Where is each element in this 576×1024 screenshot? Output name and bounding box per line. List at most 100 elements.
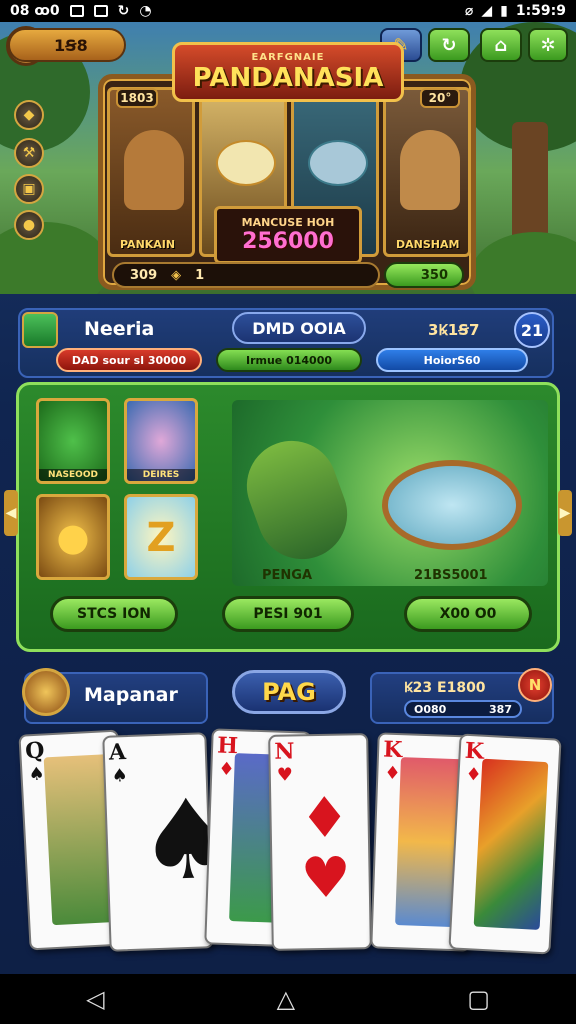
game-screen: 08 ꝏ0 ↻ ◔ ⌀ ◢ ▮ 1:59:9 1Ꞩ8 ✎ ↻ ⌂ ✲ ◆ ⚒ ▣… [0, 0, 576, 1024]
side-button-3[interactable]: ▣ [14, 174, 44, 204]
jackpot-value: 256000 [242, 229, 334, 254]
left-badge: 1803 [116, 88, 158, 108]
tile-coin[interactable]: ● [36, 494, 110, 580]
clock-right: 1:59:9 [515, 3, 566, 19]
diamond-icon: ♦ [218, 758, 235, 781]
resource-mid-value: 1 [195, 267, 205, 283]
currency-bar-right: 387 [489, 702, 512, 716]
home-icon: ⌂ [494, 34, 508, 56]
playing-card[interactable]: N ♥ ♦ ♥ [268, 733, 372, 951]
wifi-icon: ◢ [481, 3, 493, 19]
card-rank: K [382, 736, 403, 764]
score-value: 3Ꝃ1Ꞩ7 [428, 321, 480, 339]
refresh-button[interactable]: ↻ [428, 28, 470, 62]
map-icon[interactable] [22, 312, 58, 348]
signal-icon: ▮ [500, 3, 508, 19]
reward-pill-green[interactable]: Irmue 014000 [216, 348, 362, 372]
clock-left: 08 ꝏ0 [10, 3, 60, 19]
reward-pill-red[interactable]: DAD sour sl 30000 [56, 348, 202, 372]
jackpot-label: MANCUSE HOH [241, 216, 335, 229]
currency-bar-left: O080 [414, 702, 447, 716]
big-diamond-icon: ♦ [299, 785, 351, 852]
tile-frog[interactable]: NASEOOD [36, 398, 110, 484]
back-icon[interactable]: ◁ [86, 985, 104, 1013]
resource-bar: 309 ◈ 1 [112, 262, 380, 288]
side-button-1[interactable]: ◆ [14, 100, 44, 130]
image-icon [93, 5, 108, 17]
settings-button[interactable]: ✲ [528, 28, 568, 62]
side-button-4[interactable]: ● [14, 210, 44, 240]
right-character-name: DANSHAM [396, 238, 460, 251]
refresh-icon: ↻ [441, 34, 457, 56]
resource-left-value: 309 [130, 267, 158, 283]
coin-balance: 1Ꞩ8 [8, 28, 126, 62]
playing-card[interactable]: A ♠ ♠ [102, 732, 214, 952]
alarm-icon: ◔ [139, 3, 152, 19]
fishing-net-art [382, 460, 522, 550]
bear-character [124, 130, 184, 210]
playing-card[interactable]: K ♦ [448, 733, 562, 955]
fish-character [308, 140, 368, 186]
catch-name: PENGA [262, 568, 313, 583]
left-character-panel[interactable] [107, 87, 195, 257]
map-label: Mapanar [84, 684, 178, 706]
tile-multiplier[interactable]: Z [124, 494, 198, 580]
card-rank: A [108, 739, 127, 766]
next-arrow-icon[interactable]: ▶ [558, 490, 572, 536]
side-button-2[interactable]: ⚒ [14, 138, 44, 168]
card-rank: Q [24, 737, 46, 765]
energy-value: 350 [420, 267, 448, 283]
center-action-button[interactable]: PESI 901 [222, 596, 354, 632]
diamond-icon: ♦ [465, 763, 483, 786]
jackpot-display: MANCUSE HOH 256000 [214, 206, 362, 264]
spade-icon: ♠ [111, 765, 129, 787]
diamond-icon: ♦ [384, 762, 401, 785]
gear-icon: ✲ [540, 34, 556, 56]
navigation-bar: ◁ △ ▢ [0, 974, 576, 1024]
level-badge: 21 [514, 312, 550, 348]
vibrate-icon: ⌀ [464, 3, 474, 19]
recents-icon[interactable]: ▢ [467, 985, 490, 1013]
mail-icon [69, 5, 84, 17]
red-coin-button[interactable]: N [518, 668, 552, 702]
coin-balance-value: 1Ꞩ8 [54, 35, 88, 55]
fish-character [216, 140, 276, 186]
home-nav-icon[interactable]: △ [277, 985, 295, 1013]
status-bar: 08 ꝏ0 ↻ ◔ ⌀ ◢ ▮ 1:59:9 [0, 0, 576, 22]
tile-fish[interactable]: DEIRES [124, 398, 198, 484]
bush [470, 232, 576, 294]
big-fish-art [234, 428, 360, 572]
big-spade-icon: ♠ [135, 774, 214, 906]
multiplier-icon: Z [146, 515, 176, 561]
fishing-stage[interactable] [232, 400, 548, 586]
reward-pill-blue[interactable]: HoiorS60 [376, 348, 528, 372]
coin-icon: ● [22, 217, 36, 233]
right-action-button[interactable]: X00 O0 [404, 596, 532, 632]
card-rank: N [274, 738, 295, 765]
gem-icon: ◈ [171, 267, 182, 283]
right-badge: 20° [420, 88, 460, 108]
energy-pill[interactable]: 350 [384, 262, 464, 288]
sync-icon: ↻ [117, 3, 130, 19]
mode-button[interactable]: DMD OOIA [232, 312, 366, 344]
left-action-button[interactable]: STCS ION [50, 596, 178, 632]
compass-icon[interactable] [22, 668, 70, 716]
catch-value: 21BS5001 [414, 568, 488, 583]
warrior-character [400, 130, 460, 210]
shield-icon: ◆ [23, 107, 35, 123]
pag-button[interactable]: PAG [232, 670, 346, 714]
game-subtitle: EARFGNAIE [251, 51, 325, 63]
coin-icon: ● [56, 515, 90, 559]
heart-icon: ♥ [276, 764, 294, 786]
game-title-banner: EARFGNAIE PANDANASIA [172, 42, 404, 102]
tile-label: DEIRES [127, 469, 195, 481]
player-name: Neeria [84, 318, 155, 340]
right-character-panel[interactable] [383, 87, 471, 257]
prev-arrow-icon[interactable]: ◀ [4, 490, 18, 536]
currency-bar: O080 387 [404, 700, 522, 718]
ornament-card-art [473, 758, 549, 930]
spade-icon: ♠ [27, 763, 46, 786]
left-character-name: PANKAIN [120, 238, 176, 251]
home-button[interactable]: ⌂ [480, 28, 522, 62]
big-heart-icon: ♥ [300, 845, 352, 912]
